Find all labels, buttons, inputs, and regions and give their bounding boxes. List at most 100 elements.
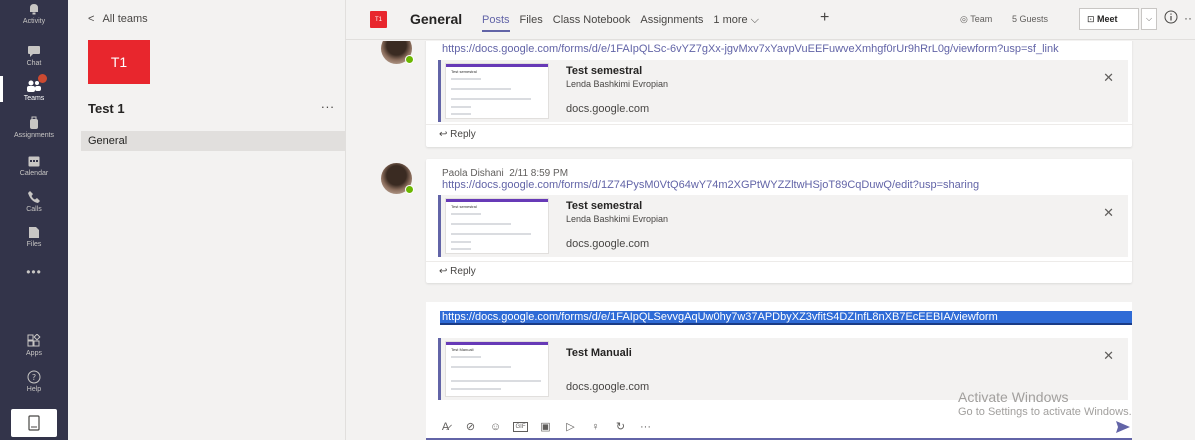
close-icon[interactable]: ✕ [1103,70,1114,86]
backpack-icon [30,116,38,129]
preview-thumbnail: Test Manuali [445,341,549,397]
info-icon[interactable] [1164,10,1178,24]
preview-domain: docs.google.com [566,103,650,115]
rail-calendar[interactable]: Calendar [0,154,68,177]
app-rail: Activity Chat Teams Assignments Calendar… [0,0,68,440]
message-card: https://docs.google.com/forms/d/e/1FAIpQ… [426,41,1132,147]
reply-button[interactable]: ↩ Reply [426,261,1132,283]
team-label: Team [970,14,993,24]
message-list: https://docs.google.com/forms/d/e/1FAIpQ… [346,41,1195,440]
presence-available-icon [405,55,414,64]
tab-posts[interactable]: Posts [482,14,510,32]
help-icon: ? [27,370,41,384]
activation-watermark-title: Activate Windows [958,389,1069,405]
preview-title: Test Manuali [566,347,632,359]
link-preview[interactable]: Test semestral Test semestral Lenda Bash… [438,195,1128,257]
link-preview[interactable]: Test semestral Test semestral Lenda Bash… [438,60,1128,122]
rail-chat[interactable]: Chat [0,44,68,67]
meet-button[interactable]: ⊡ Meet [1079,8,1139,30]
more-options-icon[interactable]: ··· [638,419,653,434]
rail-label: Teams [23,95,45,102]
praise-icon[interactable]: ♀ [588,419,603,434]
preview-thumbnail: Test semestral [445,198,549,254]
author-name: Paola Dishani [442,168,504,179]
compose-toolbar: A̷ ⊘ ☺ GIF ▣ ▷ ♀ ↻ ··· [438,419,653,434]
tab-bar: Posts Files Class Notebook Assignments 1… [482,14,769,32]
rail-activity[interactable]: Activity [0,2,68,25]
rail-label: Calls [26,206,42,213]
rail-assignments[interactable]: Assignments [0,116,68,139]
message-card: Paola Dishani 2/11 8:59 PM https://docs.… [426,159,1132,283]
all-teams-label: All teams [102,13,148,25]
message-link[interactable]: https://docs.google.com/forms/d/1Z74PysM… [442,179,979,191]
selection-underline [440,323,1132,325]
close-icon[interactable]: ✕ [1103,348,1114,364]
tab-more[interactable]: 1 more ⌵ [713,14,759,32]
team-more-button[interactable]: ... [321,96,335,111]
reply-icon: ↩ [439,266,451,277]
loop-icon[interactable]: ↻ [613,419,628,434]
guests-indicator[interactable]: 5 Guests [1012,14,1048,24]
rail-label: Calendar [19,170,49,177]
reply-button[interactable]: ↩ Reply [426,124,1132,146]
preview-domain: docs.google.com [566,381,650,393]
chevron-left-icon: < [88,13,95,25]
emoji-icon[interactable]: ☺ [488,419,503,434]
rail-label: Apps [26,350,42,357]
team-panel: < All teams T1 Test 1 ... General [68,0,346,440]
rail-files[interactable]: Files [0,225,68,248]
activation-watermark-subtitle: Go to Settings to activate Windows. [958,406,1132,418]
header-team-avatar: T1 [370,11,387,28]
gif-icon[interactable]: GIF [513,421,528,432]
channel-header: T1 General Posts Files Class Notebook As… [346,0,1195,40]
device-button[interactable] [11,409,57,437]
meet-dropdown-button[interactable]: ⌵ [1141,8,1157,30]
preview-thumbnail: Test semestral [445,63,549,119]
rail-apps[interactable]: Apps [0,334,68,357]
reply-label: Reply [450,129,476,140]
tab-assignments[interactable]: Assignments [640,14,703,32]
rail-label: Activity [22,18,46,25]
bell-icon [30,4,38,15]
reply-label: Reply [450,266,476,277]
chat-icon [28,46,40,57]
rail-label: Chat [26,60,42,67]
compose-box[interactable]: https://docs.google.com/forms/d/e/1FAIpQ… [426,302,1132,440]
rail-calls[interactable]: Calls [0,190,68,213]
tab-files[interactable]: Files [520,14,543,32]
rail-help[interactable]: ? Help [0,370,68,393]
add-tab-button[interactable]: + [820,9,829,27]
rail-label: Help [26,386,42,393]
team-name: Test 1 [88,101,125,116]
preview-title: Test semestral [566,200,643,212]
meet-label: Meet [1097,14,1118,24]
video-icon: ⊡ [1087,14,1098,24]
format-icon[interactable]: A̷ [438,419,453,434]
chevron-down-icon: ⌵ [1145,14,1153,23]
header-more-button[interactable]: ·· [1184,11,1192,25]
preview-title: Test semestral [566,65,643,77]
presence-available-icon [405,185,414,194]
tab-class-notebook[interactable]: Class Notebook [553,14,631,32]
notification-badge [38,74,47,83]
attach-icon[interactable]: ⊘ [463,419,478,434]
channel-title: General [410,11,463,27]
rail-label: Files [26,241,42,248]
close-icon[interactable]: ✕ [1103,205,1114,221]
thumbnail-title: Test Manuali [451,347,474,352]
files-icon [29,227,39,238]
apps-icon [27,334,41,347]
rail-label: Assignments [13,132,55,139]
all-teams-link[interactable]: < All teams [88,13,148,25]
team-indicator[interactable]: ◎ Team [960,14,992,25]
phone-icon [28,191,40,203]
rail-teams[interactable]: Teams [0,74,68,102]
meet-now-icon[interactable]: ▷ [563,419,578,434]
channel-general[interactable]: General [81,131,346,151]
rail-more[interactable]: ••• [0,265,68,279]
message-link[interactable]: https://docs.google.com/forms/d/e/1FAIpQ… [442,43,1059,55]
sticker-icon[interactable]: ▣ [538,419,553,434]
preview-domain: docs.google.com [566,238,650,250]
send-icon[interactable] [1116,421,1130,433]
preview-subtitle: Lenda Bashkimi Evropian [566,214,669,224]
